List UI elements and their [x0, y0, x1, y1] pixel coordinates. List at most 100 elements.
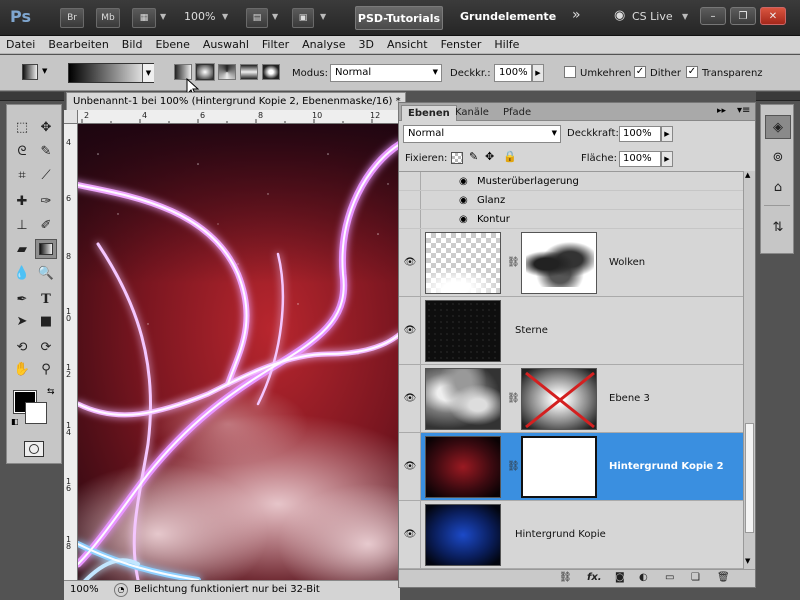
minimize-icon[interactable]: – — [700, 7, 726, 25]
eye-icon[interactable]: 👁 — [402, 325, 418, 339]
blend-mode-select[interactable]: Normal ▼ — [403, 125, 561, 143]
document-tab[interactable]: Unbenannt-1 bei 100% (Hintergrund Kopie … — [66, 92, 406, 110]
history-panel-icon[interactable]: ⇅ — [765, 215, 791, 239]
layer-mask-thumbnail[interactable] — [521, 232, 597, 294]
menu-item-fenster[interactable]: Fenster — [441, 38, 482, 51]
chevron-down-icon[interactable]: ▼ — [42, 67, 47, 75]
eye-icon[interactable]: 👁 — [402, 529, 418, 543]
layer-style-icon[interactable]: fx. — [587, 572, 602, 583]
tools-panel-header[interactable] — [0, 92, 64, 101]
close-icon[interactable]: ✕ — [760, 7, 786, 25]
add-mask-icon[interactable]: ◙ — [615, 572, 625, 583]
frame-icon[interactable]: ▦ — [132, 8, 156, 28]
panel-menu-icon[interactable]: ▾≡ — [737, 105, 750, 116]
angle-gradient-icon[interactable] — [218, 64, 236, 80]
lock-position-icon[interactable]: ✥ — [485, 150, 494, 163]
new-group-icon[interactable]: ▭ — [665, 572, 674, 583]
dither-checkbox[interactable]: ✓ — [634, 66, 646, 78]
diamond-gradient-icon[interactable] — [262, 64, 280, 80]
chevron-right-icon[interactable]: ▶ — [661, 126, 673, 142]
layer-row-wolken[interactable]: 👁 ⛓ Wolken — [399, 229, 743, 297]
chevron-down-icon[interactable]: ▼ — [320, 12, 326, 21]
effect-row[interactable]: ◉ Kontur — [399, 210, 743, 229]
collapse-panel-icon[interactable]: ▸▸ — [717, 106, 726, 116]
marquee-tool-icon[interactable]: ⬚ — [11, 117, 33, 137]
menu-item-auswahl[interactable]: Auswahl — [203, 38, 249, 51]
layer-thumbnail[interactable] — [425, 368, 501, 430]
brush-tool-icon[interactable]: ✑ — [35, 191, 57, 211]
dodge-tool-icon[interactable]: 🔍 — [35, 263, 57, 283]
lasso-tool-icon[interactable]: ᘓ — [11, 141, 33, 161]
tab-kanaele[interactable]: Kanäle — [449, 105, 495, 121]
bridge-button[interactable]: Br — [60, 8, 84, 28]
layers-panel-icon[interactable]: ◈ — [765, 115, 791, 139]
rectangle-tool-icon[interactable]: ■ — [35, 311, 57, 331]
link-layers-icon[interactable]: ⛓ — [559, 572, 572, 583]
layers-scrollbar[interactable]: ▲ ▼ — [743, 171, 755, 569]
effect-row[interactable]: ◉ Glanz — [399, 191, 743, 210]
reflected-gradient-icon[interactable] — [240, 64, 258, 80]
link-icon[interactable]: ⛓ — [507, 257, 520, 268]
mini-bridge-button[interactable]: Mb — [96, 8, 120, 28]
layer-thumbnail[interactable] — [425, 232, 501, 294]
delete-layer-icon[interactable]: 🗑 — [717, 572, 730, 583]
arrange-documents-icon[interactable]: ▤ — [246, 8, 268, 28]
paths-panel-icon[interactable]: ⌂ — [765, 175, 791, 199]
effect-row[interactable]: ◉ Musterüberlagerung — [399, 172, 743, 191]
menu-item-filter[interactable]: Filter — [262, 38, 289, 51]
move-tool-icon[interactable]: ✥ — [35, 117, 57, 137]
menu-item-ebene[interactable]: Ebene — [155, 38, 189, 51]
tool-preset-gradient-icon[interactable] — [22, 64, 38, 80]
layer-mask-thumbnail[interactable] — [521, 436, 597, 498]
eye-icon[interactable]: ◉ — [459, 195, 468, 206]
status-zoom[interactable]: 100% — [70, 584, 99, 595]
eye-icon[interactable]: 👁 — [402, 393, 418, 407]
swap-colors-icon[interactable]: ⇆ — [47, 387, 55, 397]
chevron-right-icon[interactable]: ▶ — [661, 151, 673, 167]
scrollbar-thumb[interactable] — [745, 423, 754, 533]
channels-panel-icon[interactable]: ⊚ — [765, 145, 791, 169]
chevron-up-icon[interactable]: ▲ — [745, 171, 750, 179]
eraser-tool-icon[interactable]: ▰ — [11, 239, 33, 259]
3d-orbit-tool-icon[interactable]: ⟳ — [35, 337, 57, 357]
layer-row-hintergrund-kopie[interactable]: 👁 Hintergrund Kopie — [399, 501, 743, 569]
layer-row-sterne[interactable]: 👁 Sterne — [399, 297, 743, 365]
path-selection-tool-icon[interactable]: ➤ — [11, 311, 33, 331]
eye-icon[interactable]: ◉ — [459, 176, 468, 187]
modus-select[interactable]: Normal ▼ — [330, 64, 442, 82]
menu-item-ansicht[interactable]: Ansicht — [387, 38, 428, 51]
menu-item-3d[interactable]: 3D — [358, 38, 373, 51]
quick-mask-button[interactable] — [24, 441, 44, 457]
zoom-tool-icon[interactable]: ⚲ — [35, 359, 57, 379]
chevron-down-icon[interactable]: ▼ — [222, 12, 228, 21]
link-icon[interactable]: ⛓ — [507, 393, 520, 404]
deckkraft-input[interactable]: 100% — [494, 64, 532, 82]
vertical-ruler[interactable]: 4 6 8 1 0 1 2 1 4 1 6 1 8 — [64, 124, 78, 580]
menu-item-datei[interactable]: Datei — [6, 38, 35, 51]
lock-all-icon[interactable]: 🔒 — [503, 150, 517, 163]
lock-pixels-icon[interactable]: ✎ — [469, 150, 478, 163]
new-layer-icon[interactable]: ❏ — [691, 572, 700, 583]
eye-icon[interactable]: ◉ — [459, 214, 468, 225]
fill-input[interactable]: 100% — [619, 151, 661, 167]
transparenz-checkbox[interactable]: ✓ — [686, 66, 698, 78]
chevron-down-icon[interactable]: ▼ — [160, 12, 166, 21]
spot-healing-tool-icon[interactable]: ✚ — [11, 191, 33, 211]
default-colors-icon[interactable]: ◧ — [11, 417, 19, 426]
menu-item-hilfe[interactable]: Hilfe — [494, 38, 519, 51]
pen-tool-icon[interactable]: ✒ — [11, 289, 33, 309]
tab-pfade[interactable]: Pfade — [497, 105, 537, 121]
cs-live-icon[interactable]: ◉ — [614, 8, 625, 23]
layer-row-ebene-3[interactable]: 👁 ⛓ Ebene 3 — [399, 365, 743, 433]
document-canvas[interactable] — [78, 124, 400, 580]
dock-panel-header[interactable] — [756, 92, 800, 101]
adjustment-layer-icon[interactable]: ◐ — [639, 572, 648, 583]
screen-mode-icon[interactable]: ▣ — [292, 8, 314, 28]
ruler-corner[interactable] — [64, 110, 78, 124]
status-info-icon[interactable]: ◔ — [114, 583, 128, 597]
background-color-swatch[interactable] — [25, 402, 47, 424]
type-tool-icon[interactable]: T — [35, 289, 57, 309]
hand-tool-icon[interactable]: ✋ — [11, 359, 33, 379]
layer-thumbnail[interactable] — [425, 504, 501, 566]
horizontal-ruler[interactable]: 2 4 6 8 10 12 — [78, 110, 400, 124]
